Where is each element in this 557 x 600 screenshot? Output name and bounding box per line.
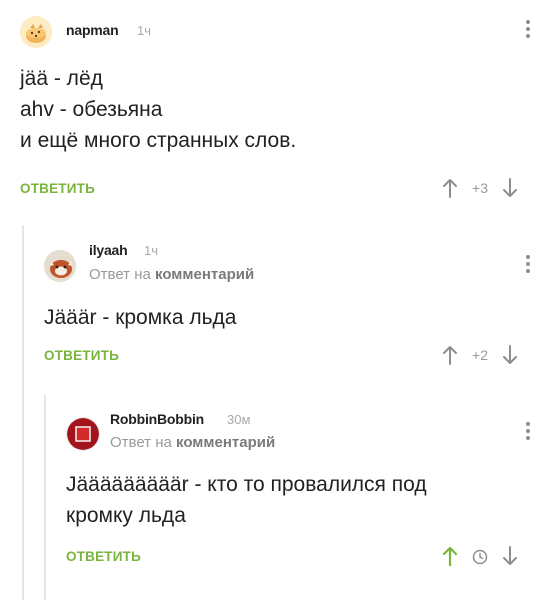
reply-button[interactable]: ОТВЕТИТЬ [44, 348, 119, 363]
reply-to-link[interactable]: комментарий [155, 266, 254, 283]
author-name[interactable]: ilyaah [89, 242, 128, 258]
rating-pending [460, 547, 500, 564]
reply-to-label: Ответ на комментарий [110, 434, 275, 451]
cookie-cat-icon [20, 16, 52, 48]
vote-controls: +3 [440, 177, 520, 199]
upvote-arrow-icon[interactable] [440, 344, 460, 366]
reply-button[interactable]: ОТВЕТИТЬ [20, 181, 95, 196]
red-panda-icon [44, 250, 76, 282]
author-name[interactable]: napman [66, 22, 119, 38]
comment-text: Jääär - кромка льда [44, 306, 237, 329]
more-options-icon[interactable] [526, 20, 530, 41]
comment-time: 1ч [137, 23, 152, 38]
comment-napman: napman 1ч jää - лёд ahv - обезьяна и ещё… [0, 0, 557, 225]
upvote-arrow-icon[interactable] [440, 177, 460, 199]
comment-time: 1ч [144, 243, 159, 258]
upvote-arrow-icon[interactable] [440, 545, 460, 567]
more-options-icon[interactable] [526, 422, 530, 443]
reply-to-prefix: Ответ на [89, 266, 151, 283]
comment-robbinbobbin: RobbinBobbin 30м Ответ на комментарий Jä… [0, 395, 557, 600]
red-panda-avatar[interactable] [44, 250, 76, 282]
comment-text: jää - лёд ahv - обезьяна и ещё много стр… [20, 67, 297, 152]
comment-ilyaah: ilyaah 1ч Ответ на комментарий Jääär - к… [0, 225, 557, 395]
red-square-icon [67, 418, 99, 450]
reply-button[interactable]: ОТВЕТИТЬ [66, 549, 141, 564]
cookie-cat-avatar[interactable] [20, 16, 52, 48]
downvote-arrow-icon[interactable] [500, 344, 520, 366]
rating-value: +3 [472, 180, 488, 196]
vote-controls: +2 [440, 344, 520, 366]
vote-controls [440, 545, 520, 567]
comment-text: Jääääääääär - кто то провалился под кром… [66, 473, 427, 527]
reply-to-link[interactable]: комментарий [176, 434, 275, 451]
more-options-icon[interactable] [526, 255, 530, 276]
author-name[interactable]: RobbinBobbin [110, 411, 204, 427]
comment-time: 30м [227, 412, 251, 427]
clock-icon [472, 549, 488, 564]
reply-to-prefix: Ответ на [110, 434, 172, 451]
red-square-avatar[interactable] [66, 417, 100, 451]
downvote-arrow-icon[interactable] [500, 545, 520, 567]
downvote-arrow-icon[interactable] [500, 177, 520, 199]
rating-value: +2 [472, 347, 488, 363]
reply-to-label: Ответ на комментарий [89, 266, 254, 283]
